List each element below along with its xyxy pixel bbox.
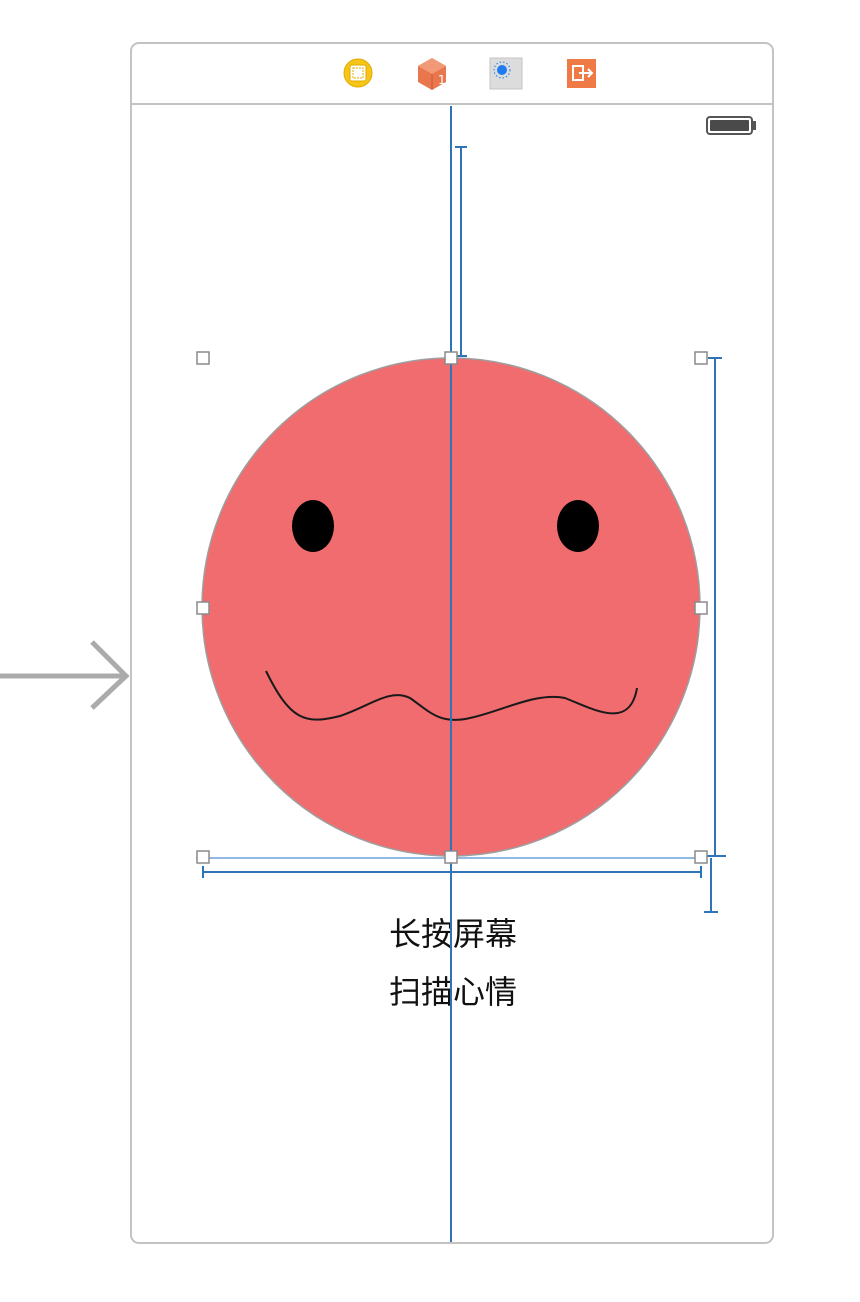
instruction-label-line1: 长按屏幕 [388,915,517,953]
view-controller-icon[interactable] [343,58,373,88]
resize-handle-top-right[interactable] [694,351,708,365]
resize-handle-right[interactable] [694,601,708,615]
resize-handle-top[interactable] [444,351,458,365]
instruction-label-line2: 扫描心情 [388,973,517,1011]
first-responder-number: 1 [438,73,446,87]
dotted-circle-icon[interactable] [489,57,523,90]
right-eye [557,500,599,552]
storyboard-canvas: 1 [0,42,774,1244]
resize-handle-top-left[interactable] [196,351,210,365]
resize-handle-left[interactable] [196,601,210,615]
initial-view-arrow-icon[interactable] [0,640,130,710]
left-eye [292,500,334,552]
resize-handle-bottom[interactable] [444,850,458,864]
resize-handle-bottom-right[interactable] [694,850,708,864]
resize-handle-bottom-left[interactable] [196,850,210,864]
exit-icon[interactable] [567,59,596,88]
